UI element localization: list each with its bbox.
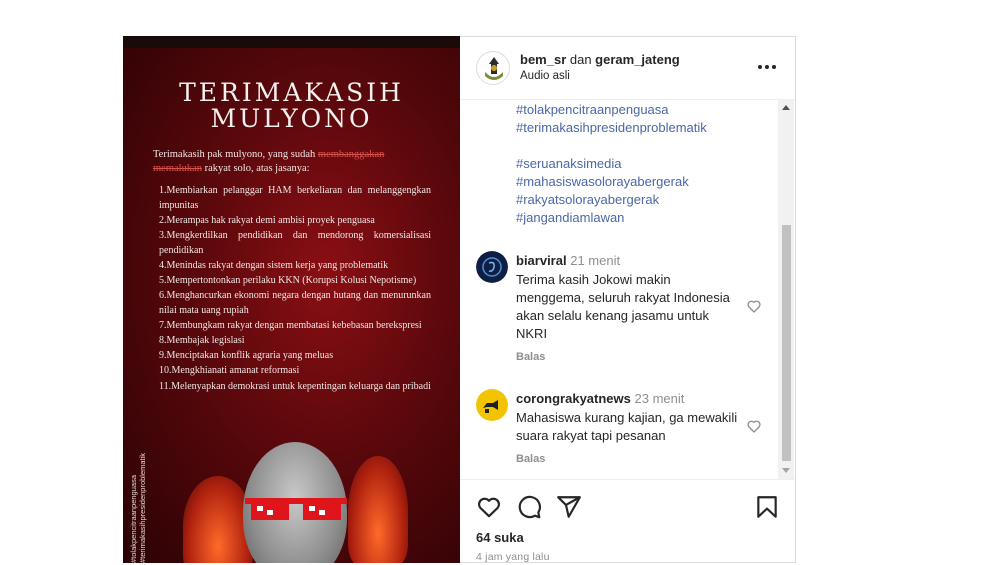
poster-intro-strike2: memalukan	[153, 163, 202, 174]
poster-point: 10.Mengkhianati amanat reformasi	[159, 365, 300, 377]
poster-point: 1.Membiarkan pelanggar HAM berkeliaran d…	[159, 185, 431, 211]
post-authors: bem_sr dan geram_jateng	[520, 52, 680, 67]
post-image[interactable]: TERIMAKASIH MULYONO Terimakasih pak muly…	[123, 36, 460, 563]
poster-intro-b: rakyat solo, atas jasanya:	[201, 163, 310, 174]
poster-top-band	[123, 36, 460, 48]
comment-author[interactable]: biarviral 21 menit	[516, 253, 620, 268]
poster-point: 2.Merampas hak rakyat demi ambisi proyek…	[159, 214, 375, 226]
poster-title-line2: MULYONO	[210, 104, 373, 133]
comment-username[interactable]: corongrakyatnews	[516, 391, 631, 406]
avatar[interactable]	[476, 251, 508, 283]
comments-panel: #tolakpencitraanpenguasa #terimakasihpre…	[460, 99, 778, 479]
flame-graphic	[348, 456, 408, 563]
post-sidebar: bem_sr dan geram_jateng Audio asli #tola…	[460, 36, 796, 563]
caption-hashtag[interactable]: #seruanaksimedia	[516, 156, 622, 171]
comment-time: 21 menit	[570, 253, 621, 268]
comment-item: corongrakyatnews 23 menit Mahasiswa kura…	[476, 389, 766, 474]
poster-point: 9.Menciptakan konflik agraria yang melua…	[159, 350, 334, 362]
poster-point: 4.Menindas rakyat dengan sistem kerja ya…	[159, 259, 389, 271]
poster-vertical-tag: #tolakpencitraanpenguasa	[129, 475, 138, 563]
heart-icon	[478, 497, 500, 518]
poster-point: 6.Menghancurkan ekonomi negara dengan hu…	[159, 290, 431, 316]
caption-hashtag[interactable]: #rakyatsolorayabergerak	[516, 192, 659, 207]
likes-count[interactable]: 64 suka	[476, 530, 524, 545]
comment-author[interactable]: corongrakyatnews 23 menit	[516, 391, 684, 406]
reply-button[interactable]: Balas	[516, 351, 545, 363]
comment-button[interactable]	[516, 494, 542, 520]
avatar[interactable]	[476, 389, 508, 421]
poster-point: 8.Membajak legislasi	[159, 335, 245, 347]
authors-connector: dan	[566, 52, 596, 67]
pixel-sunglasses-graphic	[245, 498, 347, 520]
scroll-down-arrow-icon[interactable]	[782, 468, 790, 473]
caption-hashtag[interactable]: #mahasiswasolorayabergerak	[516, 174, 689, 189]
send-icon	[557, 496, 581, 518]
poster-intro-strike1: membanggakan	[317, 149, 385, 160]
comments-scrollbar[interactable]	[778, 99, 794, 479]
organization-logo-icon	[478, 53, 509, 84]
biarviral-avatar-icon	[476, 251, 508, 283]
share-button[interactable]	[556, 494, 582, 520]
author-link[interactable]: bem_sr	[520, 52, 566, 67]
like-comment-button[interactable]	[746, 418, 762, 434]
caption-hashtag[interactable]: #jangandiamlawan	[516, 210, 624, 225]
poster-point: 3.Mengkerdilkan pendidikan dan mendorong…	[159, 229, 431, 256]
post-timestamp[interactable]: 4 jam yang lalu	[476, 551, 550, 563]
more-icon	[758, 65, 776, 69]
more-options-button[interactable]	[755, 57, 779, 77]
poster-point: 7.Membungkam rakyat dengan membatasi keb…	[159, 319, 422, 331]
poster-intro-a: Terimakasih pak mulyono, yang sudah	[153, 149, 318, 160]
poster-point: 5.Mempertontonkan perilaku KKN (Korupsi …	[159, 274, 417, 286]
reply-button[interactable]: Balas	[516, 453, 545, 465]
corongrakyatnews-avatar-icon	[476, 389, 508, 421]
poster-vertical-hashtags: #tolakpencitraanpenguasa #terimakasihpre…	[129, 416, 149, 563]
avatar[interactable]	[476, 51, 510, 85]
like-comment-button[interactable]	[746, 298, 762, 314]
poster-title-line1: TERIMAKASIH	[179, 78, 404, 107]
scroll-up-arrow-icon[interactable]	[782, 105, 790, 110]
author-link[interactable]: geram_jateng	[595, 52, 680, 67]
scrollbar-thumb[interactable]	[782, 225, 791, 461]
heart-icon	[747, 300, 761, 313]
post-actions: 64 suka 4 jam yang lalu	[460, 479, 795, 565]
comment-text: Mahasiswa kurang kajian, ga mewakili sua…	[516, 410, 738, 443]
bookmark-icon	[757, 496, 777, 518]
like-button[interactable]	[476, 494, 502, 520]
poster-points-list: 1.Membiarkan pelanggar HAM berkeliaran d…	[159, 184, 431, 395]
save-button[interactable]	[754, 494, 780, 520]
comment-time: 23 menit	[634, 391, 685, 406]
comment-text: Terima kasih Jokowi makin menggema, selu…	[516, 272, 730, 341]
poster-point: 11.Melenyapkan demokrasi untuk kepenting…	[159, 380, 431, 392]
comment-icon	[518, 495, 541, 519]
poster-vertical-tag: #terimakasihpresidenproblematik	[138, 452, 147, 563]
comment-item: biarviral 21 menit Terima kasih Jokowi m…	[476, 251, 766, 371]
post-header: bem_sr dan geram_jateng Audio asli	[460, 37, 795, 100]
caption-hashtag[interactable]: #tolakpencitraanpenguasa	[516, 102, 669, 117]
comment-username[interactable]: biarviral	[516, 253, 567, 268]
heart-icon	[747, 420, 761, 433]
poster-intro: Terimakasih pak mulyono, yang sudah memb…	[153, 148, 431, 176]
audio-label[interactable]: Audio asli	[520, 70, 570, 82]
caption-hashtag[interactable]: #terimakasihpresidenproblematik	[516, 120, 707, 135]
